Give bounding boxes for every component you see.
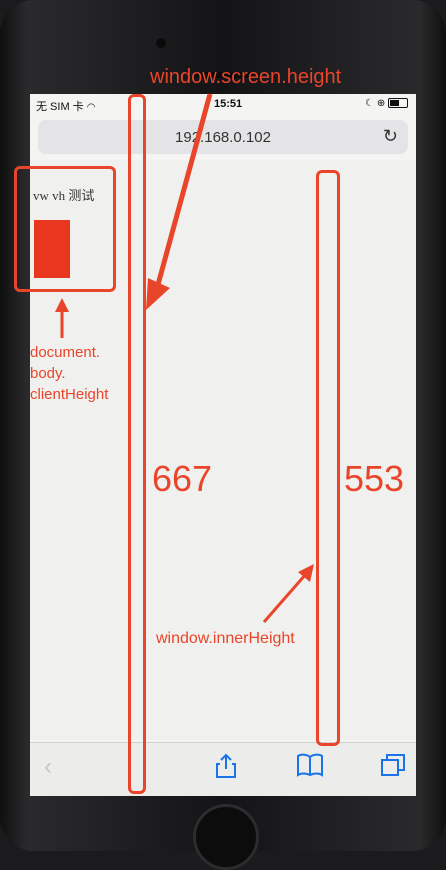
- arrow-inner-height: [262, 573, 308, 623]
- body-label-line1: document.: [30, 344, 101, 361]
- body-label-line3: clientHeight: [30, 386, 109, 403]
- inner-height-label: window.innerHeight: [156, 630, 295, 647]
- arrowhead-body: [55, 298, 69, 312]
- annotation-arrows: [55, 93, 314, 623]
- arrowhead-screen-height: [146, 278, 170, 310]
- screen-height-label: window.screen.height: [150, 66, 342, 88]
- arrow-screen-height: [153, 93, 213, 293]
- screen-height-value: 667: [152, 458, 213, 499]
- inner-height-value: 553: [344, 458, 405, 499]
- body-label-line2: body.: [30, 365, 66, 382]
